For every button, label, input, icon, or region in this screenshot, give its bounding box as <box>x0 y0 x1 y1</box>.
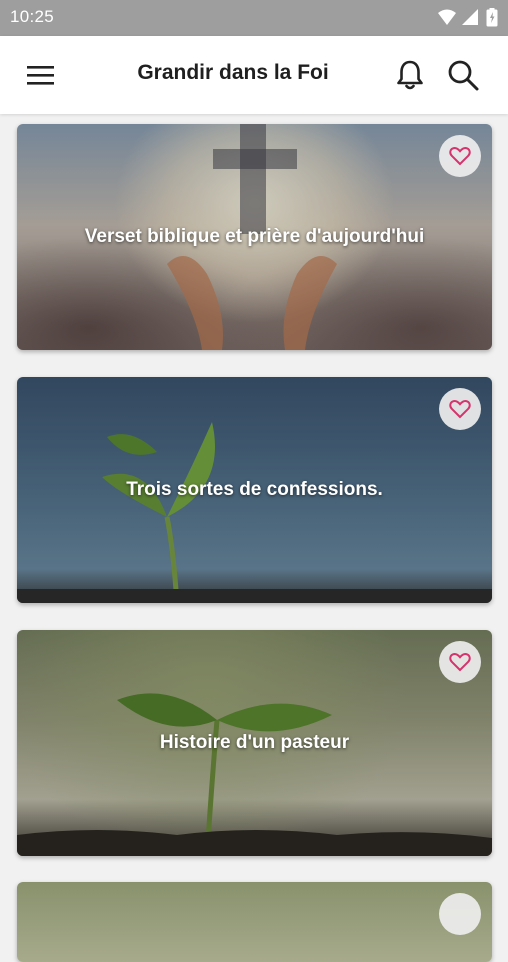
signal-icon <box>462 9 478 25</box>
search-icon[interactable] <box>446 58 480 92</box>
article-card[interactable]: Verset biblique et prière d'aujourd'hui <box>17 124 492 350</box>
battery-icon <box>486 8 498 27</box>
status-bar: 10:25 <box>0 0 508 36</box>
card-title: Verset biblique et prière d'aujourd'hui <box>84 226 425 247</box>
favorite-button[interactable] <box>439 135 481 177</box>
card-image <box>17 882 492 962</box>
favorite-button[interactable] <box>439 641 481 683</box>
favorite-button[interactable] <box>439 893 481 935</box>
card-title: Histoire d'un pasteur <box>159 732 350 753</box>
app-bar: Grandir dans la Foi <box>0 36 508 114</box>
bell-icon[interactable] <box>395 58 425 92</box>
heart-icon <box>449 147 471 166</box>
heart-icon <box>449 653 471 672</box>
favorite-button[interactable] <box>439 388 481 430</box>
article-card[interactable]: Trois sortes de confessions. <box>17 377 492 603</box>
wifi-icon <box>438 9 456 25</box>
status-time: 10:25 <box>10 7 55 26</box>
card-title: Trois sortes de confessions. <box>126 479 383 500</box>
article-card[interactable]: Histoire d'un pasteur <box>17 630 492 856</box>
article-card[interactable] <box>17 882 492 962</box>
heart-icon <box>449 400 471 419</box>
